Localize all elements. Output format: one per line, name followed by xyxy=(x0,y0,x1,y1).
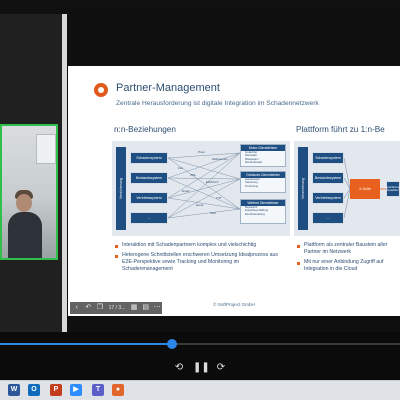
flow-label: EDIFACT xyxy=(206,180,219,184)
meeting-window: { "slide": { "title": "Partner-Managemen… xyxy=(0,0,400,400)
system-box: Bestandssystem xyxy=(130,172,168,184)
back-icon[interactable]: ‹ xyxy=(72,303,82,313)
platform-diagram: Versicherung Schadensystem Bestandssyste… xyxy=(294,141,400,236)
system-box: Vertriebssystem xyxy=(312,192,344,204)
participant-video-tile[interactable] xyxy=(0,124,58,260)
flow-label: Fax xyxy=(178,166,184,170)
pause-icon[interactable]: ❚❚ xyxy=(193,362,210,374)
taskbar-browser-icon[interactable]: ● xyxy=(112,384,124,396)
page-indicator: 17 / 3... xyxy=(108,305,126,311)
softproject-logo-icon xyxy=(94,83,108,97)
slide-subtitle: Zentrale Herausforderung ist digitale In… xyxy=(116,100,319,107)
left-bullet-list: Interaktion mit Schadenpartnern komplex … xyxy=(114,242,290,276)
camera-window-pane xyxy=(36,134,56,164)
participant-body xyxy=(8,212,42,258)
bullet-item: Heterogene Schnittstellen erschweren Ums… xyxy=(114,252,290,273)
left-section-heading: n:n-Beziehungen xyxy=(114,125,176,134)
top-bar xyxy=(0,0,400,14)
flow-label: Preis xyxy=(198,150,205,154)
system-box: Schadensystem xyxy=(130,152,168,164)
rewind-icon[interactable]: ⟲ xyxy=(172,362,186,374)
flow-label: SAP xyxy=(210,211,217,215)
insurer-side-label: Versicherung xyxy=(298,147,308,230)
progress-thumb[interactable] xyxy=(167,339,177,349)
right-bullet-list: Plattform als zentraler Baustein aller P… xyxy=(296,242,400,276)
service-group: Weitere Dienstleister Reparatur Ersatzbe… xyxy=(240,199,286,224)
bullet-item: Plattform als zentraler Baustein aller P… xyxy=(296,242,400,256)
slide-toolbar: ‹ ↶ ❐ 17 / 3... ▦ ▤ ⋯ xyxy=(70,302,162,314)
nn-relationship-diagram: Versicherung Schadensystem Bestandssyste… xyxy=(112,141,290,236)
more-icon[interactable]: ⋯ xyxy=(152,303,162,313)
service-item: Rechtsanwalt xyxy=(245,160,262,165)
service-group: Gebäude-Dienstleister Handwerker Sanieru… xyxy=(240,171,286,193)
service-item: Rechtsberatung xyxy=(245,211,265,216)
bullet-item: Interaktion mit Schadenpartnern komplex … xyxy=(114,242,290,249)
forward-icon[interactable]: ⟳ xyxy=(214,362,228,374)
system-box: ... xyxy=(130,212,168,224)
flow-label: TXT xyxy=(216,196,222,200)
flow-label: Webservice xyxy=(212,157,228,161)
taskbar-teams-icon[interactable]: T xyxy=(92,384,104,396)
taskbar-zoom-icon[interactable]: ▶ xyxy=(70,384,82,396)
taskbar-powerpoint-icon[interactable]: P xyxy=(50,384,62,396)
system-box: Vertriebssystem xyxy=(130,192,168,204)
grid-icon[interactable]: ▦ xyxy=(129,303,139,313)
bullet-item: Mit nur einer Anbindung Zugriff auf Inte… xyxy=(296,259,400,273)
system-box: Schadensystem xyxy=(312,152,344,164)
system-box: ... xyxy=(312,212,344,224)
service-item: Trocknung xyxy=(245,183,259,188)
taskbar-word-icon[interactable]: W xyxy=(8,384,20,396)
flow-label: Email xyxy=(182,189,190,193)
copy-icon[interactable]: ❐ xyxy=(95,303,105,313)
flow-label: XML xyxy=(190,173,197,177)
system-box: Bestandssystem xyxy=(312,172,344,184)
undo-icon[interactable]: ↶ xyxy=(84,303,94,313)
partner-box: Versicherungs Gutachter xyxy=(385,181,400,197)
progress-fill xyxy=(0,343,172,345)
flow-label: Excel xyxy=(196,203,204,207)
slide-title: Partner-Management xyxy=(116,82,220,94)
chart-icon[interactable]: ▤ xyxy=(141,303,151,313)
platform-hub: X-Suite xyxy=(350,179,380,199)
participant-head xyxy=(16,194,32,212)
taskbar-outlook-icon[interactable]: O xyxy=(28,384,40,396)
right-section-heading: Plattform führt zu 1:n-Be xyxy=(296,125,385,134)
service-group: Motor-Dienstleister Gutachter Werkstatt … xyxy=(240,144,286,167)
presentation-slide: Partner-Management Zentrale Herausforder… xyxy=(68,66,400,316)
insurer-side-label: Versicherung xyxy=(116,147,126,230)
